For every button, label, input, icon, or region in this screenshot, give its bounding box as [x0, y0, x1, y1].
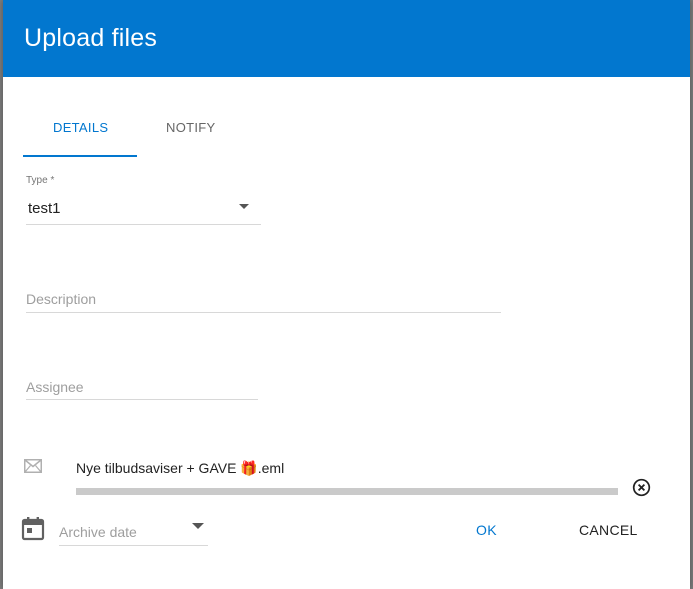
dialog-title: Upload files [24, 24, 158, 52]
ok-button[interactable]: OK [476, 522, 497, 538]
archive-date-input[interactable] [59, 522, 189, 542]
type-field-label: Type * [26, 175, 55, 186]
dialog-header: Upload files [3, 0, 690, 77]
active-tab-indicator [23, 155, 137, 157]
attachment-extension: .eml [257, 460, 285, 476]
tab-notify[interactable]: NOTIFY [166, 120, 215, 135]
type-dropdown-caret-icon[interactable] [239, 204, 249, 209]
attachment-file-name: Nye tilbudsaviser + GAVE 🎁.eml [76, 460, 284, 477]
remove-circle-icon[interactable] [632, 478, 651, 502]
cancel-button[interactable]: CANCEL [579, 522, 638, 538]
upload-files-dialog: Upload files DETAILS NOTIFY Type * test1… [3, 0, 690, 589]
type-select-underline [26, 224, 261, 225]
calendar-icon[interactable] [21, 516, 45, 546]
assignee-input[interactable] [26, 376, 258, 398]
upload-progress-fill [76, 488, 618, 495]
type-select-value[interactable]: test1 [28, 200, 61, 217]
description-input[interactable] [26, 288, 501, 310]
archive-date-underline [59, 545, 208, 546]
description-underline [26, 312, 501, 313]
attachment-name-text: Nye tilbudsaviser + GAVE [76, 460, 237, 476]
assignee-underline [26, 399, 258, 400]
tab-details[interactable]: DETAILS [53, 120, 108, 135]
upload-progress-bar [76, 488, 618, 495]
mail-icon [24, 459, 42, 478]
archive-date-dropdown-caret-icon[interactable] [192, 523, 204, 529]
gift-emoji: 🎁 [240, 460, 258, 476]
